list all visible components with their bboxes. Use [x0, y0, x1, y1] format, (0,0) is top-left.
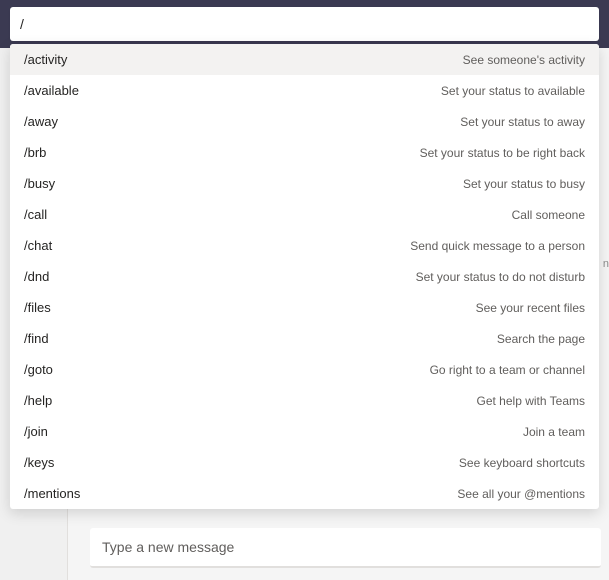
- command-name: /dnd: [24, 269, 49, 284]
- command-item-activity[interactable]: /activity See someone's activity: [10, 44, 599, 75]
- command-description: Set your status to do not disturb: [416, 270, 585, 284]
- command-name: /goto: [24, 362, 53, 377]
- command-description: See all your @mentions: [457, 487, 585, 501]
- command-item-available[interactable]: /available Set your status to available: [10, 75, 599, 106]
- command-description: See keyboard shortcuts: [459, 456, 585, 470]
- command-name: /away: [24, 114, 58, 129]
- command-name: /call: [24, 207, 47, 222]
- command-description: Set your status to busy: [463, 177, 585, 191]
- command-description: Go right to a team or channel: [430, 363, 585, 377]
- command-item-files[interactable]: /files See your recent files: [10, 292, 599, 323]
- command-name: /activity: [24, 52, 67, 67]
- command-description: Join a team: [523, 425, 585, 439]
- message-input[interactable]: [102, 539, 589, 555]
- command-name: /join: [24, 424, 48, 439]
- command-item-call[interactable]: /call Call someone: [10, 199, 599, 230]
- command-name: /chat: [24, 238, 52, 253]
- command-name: /brb: [24, 145, 46, 160]
- command-name: /keys: [24, 455, 54, 470]
- command-name: /busy: [24, 176, 55, 191]
- command-item-goto[interactable]: /goto Go right to a team or channel: [10, 354, 599, 385]
- command-item-keys[interactable]: /keys See keyboard shortcuts: [10, 447, 599, 478]
- command-description: Send quick message to a person: [410, 239, 585, 253]
- command-item-brb[interactable]: /brb Set your status to be right back: [10, 137, 599, 168]
- command-suggestions-dropdown: /activity See someone's activity/availabl…: [10, 44, 599, 509]
- command-item-chat[interactable]: /chat Send quick message to a person: [10, 230, 599, 261]
- command-search-input[interactable]: [20, 16, 589, 32]
- command-item-help[interactable]: /help Get help with Teams: [10, 385, 599, 416]
- command-item-mentions[interactable]: /mentions See all your @mentions: [10, 478, 599, 509]
- command-item-dnd[interactable]: /dnd Set your status to do not disturb: [10, 261, 599, 292]
- message-compose-box[interactable]: [90, 528, 601, 568]
- command-description: Set your status to be right back: [420, 146, 585, 160]
- command-item-find[interactable]: /find Search the page: [10, 323, 599, 354]
- command-description: See your recent files: [476, 301, 585, 315]
- cropped-text: n: [603, 258, 609, 270]
- command-name: /available: [24, 83, 79, 98]
- command-description: See someone's activity: [463, 53, 585, 67]
- command-description: Get help with Teams: [477, 394, 586, 408]
- command-description: Set your status to away: [460, 115, 585, 129]
- command-description: Set your status to available: [441, 84, 585, 98]
- command-description: Search the page: [497, 332, 585, 346]
- command-name: /find: [24, 331, 49, 346]
- command-item-away[interactable]: /away Set your status to away: [10, 106, 599, 137]
- command-item-busy[interactable]: /busy Set your status to busy: [10, 168, 599, 199]
- command-search-box[interactable]: [10, 7, 599, 41]
- command-name: /help: [24, 393, 52, 408]
- command-description: Call someone: [512, 208, 585, 222]
- command-name: /files: [24, 300, 51, 315]
- command-name: /mentions: [24, 486, 80, 501]
- title-bar: [0, 0, 609, 48]
- command-item-join[interactable]: /join Join a team: [10, 416, 599, 447]
